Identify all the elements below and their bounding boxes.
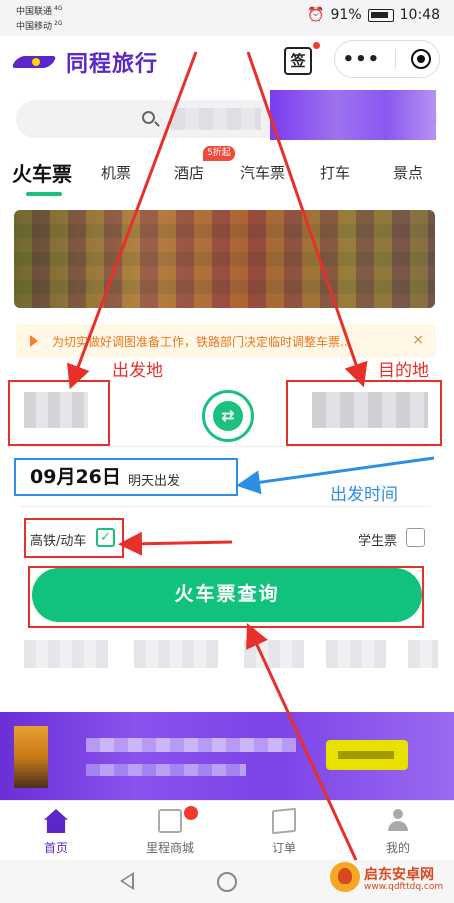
promo-banner-blurred[interactable] (14, 210, 435, 308)
battery-icon (367, 8, 394, 22)
bottom-nav: 首页 里程商城 订单 我的 (0, 800, 454, 860)
more-button[interactable]: ••• (343, 49, 381, 70)
watermark-name: 启东安卓网 (364, 867, 434, 883)
carrier-info: 中国联通 4G 中国移动 2G (16, 3, 62, 33)
nav-home-label: 首页 (43, 841, 68, 855)
tab-attractions[interactable]: 景点 (393, 162, 423, 183)
student-ticket-checkbox[interactable] (406, 528, 425, 547)
annotation-box-date (14, 458, 238, 496)
annotation-label-departure: 出发地 (112, 361, 163, 381)
status-bar: 中国联通 4G 中国移动 2G ⏰ 91% 10:48 (0, 0, 454, 36)
divider (20, 506, 430, 507)
tab-bus[interactable]: 汽车票 (240, 162, 285, 183)
home-icon (44, 809, 68, 833)
user-icon (386, 809, 410, 833)
watermark-url: www.qdfttdq.com (364, 882, 444, 892)
tab-flight[interactable]: 机票 (101, 162, 131, 183)
train-swap-icon: ⇄ (213, 401, 243, 431)
notice-close-icon[interactable]: × (412, 332, 424, 348)
bag-icon (158, 809, 182, 833)
swap-stations-button[interactable]: ⇄ (202, 390, 254, 442)
tab-hotel[interactable]: 酒店 (174, 162, 204, 183)
search-placeholder-blurred (171, 108, 261, 130)
history-item-blurred[interactable] (134, 640, 218, 668)
history-item-blurred[interactable] (326, 640, 386, 668)
carrier-1-network: 4G (54, 5, 63, 12)
battery-level: 91% (330, 7, 362, 23)
promo-action-button[interactable] (326, 740, 408, 770)
arrow-high-speed (118, 531, 233, 556)
annotation-label-arrival: 目的地 (378, 361, 429, 381)
carrier-2-network: 2G (54, 20, 63, 27)
student-ticket-label: 学生票 (358, 534, 398, 549)
search-bar[interactable] (16, 90, 438, 140)
annotation-label-time: 出发时间 (330, 485, 398, 505)
history-item-blurred[interactable] (408, 640, 438, 668)
category-tabs: 火车票 机票 酒店 汽车票 打车 景点 (0, 156, 454, 196)
tab-taxi[interactable]: 打车 (320, 162, 350, 183)
sign-in-button[interactable]: 签 (284, 47, 312, 75)
active-tab-indicator (26, 192, 62, 196)
nav-profile-label: 我的 (385, 841, 410, 855)
alarm-icon: ⏰ (307, 7, 325, 23)
search-ad-blurred (270, 90, 436, 140)
mall-notification-dot (184, 806, 198, 820)
notice-bar[interactable]: 为切实做好调图准备工作，铁路部门决定临时调整车票... × (16, 324, 436, 358)
nav-profile[interactable]: 我的 (358, 809, 438, 856)
annotation-box-arrival (286, 380, 442, 446)
nav-orders-label: 订单 (271, 841, 296, 855)
nav-mall-label: 里程商城 (145, 841, 194, 855)
app-name: 同程旅行 (66, 52, 159, 77)
annotation-box-high-speed (24, 518, 124, 558)
search-icon (142, 111, 155, 124)
annotation-box-search-button (28, 566, 424, 628)
history-item-blurred[interactable] (244, 640, 304, 668)
logo-icon (11, 50, 60, 74)
miniapp-capsule: ••• (334, 40, 440, 78)
order-icon (272, 807, 296, 835)
watermark-logo (330, 862, 360, 892)
tab-train[interactable]: 火车票 (12, 158, 72, 187)
sign-notification-dot (313, 42, 320, 49)
promo-image (14, 726, 48, 788)
promo-subtext-blurred (86, 764, 246, 776)
nav-orders[interactable]: 订单 (244, 807, 324, 856)
promo-text-blurred (86, 738, 296, 752)
annotation-box-departure (8, 380, 110, 446)
capsule-divider (395, 49, 397, 69)
close-miniapp-icon[interactable] (411, 49, 432, 69)
hotel-discount-badge: 5折起 (203, 146, 235, 161)
speaker-icon (30, 335, 42, 347)
clock: 10:48 (399, 7, 440, 23)
carrier-1: 中国联通 (16, 7, 53, 17)
system-home-icon[interactable] (217, 872, 237, 892)
status-right: ⏰ 91% 10:48 (307, 7, 440, 23)
nav-mileage-mall[interactable]: 里程商城 (130, 809, 210, 856)
promo-card-blurred[interactable] (0, 712, 454, 800)
nav-home[interactable]: 首页 (16, 809, 96, 856)
back-icon[interactable] (120, 872, 134, 890)
notice-text: 为切实做好调图准备工作，铁路部门决定临时调整车票... (52, 335, 352, 349)
carrier-2: 中国移动 (16, 22, 53, 32)
history-item-blurred[interactable] (24, 640, 108, 668)
app-logo: 同程旅行 (11, 46, 159, 78)
divider (20, 446, 430, 447)
